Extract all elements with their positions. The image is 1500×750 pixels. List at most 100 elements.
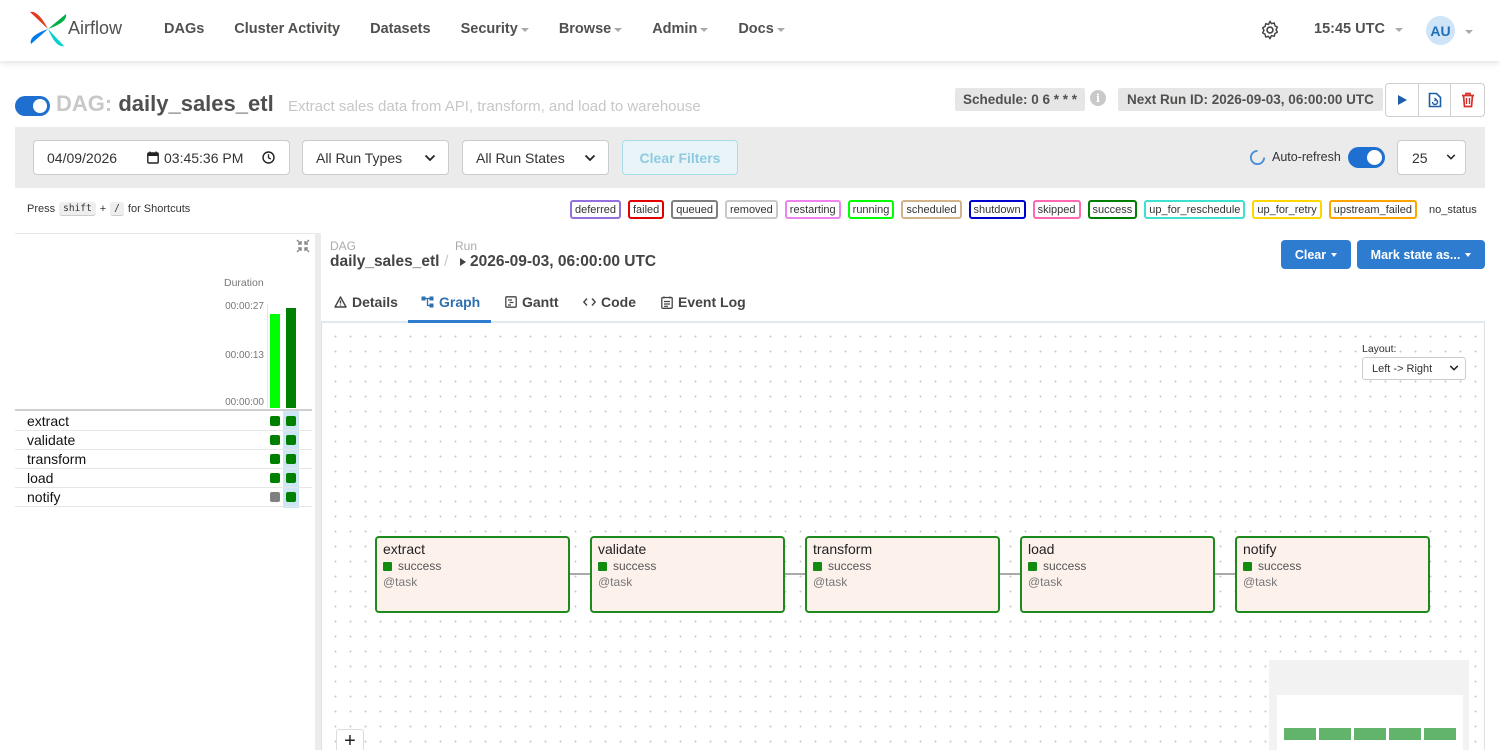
clear-run-label: Clear: [1294, 247, 1327, 262]
legend-upstream-failed[interactable]: upstream_failed: [1328, 200, 1417, 219]
info-icon[interactable]: i: [1090, 90, 1106, 106]
brand-name[interactable]: Airflow: [68, 18, 122, 39]
auto-refresh-label: Auto-refresh: [1272, 150, 1341, 164]
legend-scheduled[interactable]: scheduled: [901, 200, 962, 219]
legend-success[interactable]: success: [1087, 200, 1138, 219]
collapse-icon[interactable]: [296, 239, 310, 253]
gear-icon[interactable]: [1259, 19, 1281, 41]
clear-run-button[interactable]: Clear: [1281, 240, 1351, 269]
task-node-extract[interactable]: extract success @task: [375, 536, 570, 613]
task-name[interactable]: notify: [27, 489, 60, 505]
legend-failed[interactable]: failed: [627, 200, 665, 219]
task-node-validate[interactable]: validate success @task: [590, 536, 785, 613]
task-name[interactable]: validate: [27, 432, 75, 448]
task-instance-cell[interactable]: [286, 435, 296, 445]
task-instance-cell[interactable]: [286, 416, 296, 426]
task-node-operator: @task: [598, 575, 633, 589]
breadcrumb-run-link[interactable]: 2026-09-03, 06:00:00 UTC: [470, 253, 656, 271]
legend-up-for-retry[interactable]: up_for_retry: [1252, 200, 1322, 219]
legend-deferred[interactable]: deferred: [570, 200, 621, 219]
tab-details[interactable]: Details: [334, 294, 398, 310]
task-node-state: success: [398, 559, 442, 573]
task-instance-cell[interactable]: [286, 492, 296, 502]
task-instance-cell[interactable]: [286, 454, 296, 464]
task-instance-cell[interactable]: [270, 416, 280, 426]
task-instance-cell[interactable]: [270, 473, 280, 483]
task-instance-cell[interactable]: [270, 435, 280, 445]
run-duration-bar[interactable]: [270, 314, 280, 408]
breadcrumb-run-label: Run: [455, 239, 478, 253]
nav-security[interactable]: Security: [461, 21, 529, 37]
task-instance-cell[interactable]: [270, 492, 280, 502]
legend-up-for-reschedule[interactable]: up_for_reschedule: [1144, 200, 1246, 219]
task-instance-cell[interactable]: [270, 454, 280, 464]
graph-edge: [570, 573, 590, 575]
task-instance-cell[interactable]: [286, 473, 296, 483]
legend-no-status[interactable]: no_status: [1424, 200, 1482, 219]
dag-title: DAG: daily_sales_etl: [56, 91, 274, 117]
shortcuts-press: Press: [27, 203, 56, 215]
user-avatar[interactable]: AU: [1426, 16, 1455, 45]
run-duration-bar[interactable]: [286, 308, 296, 408]
tab-gantt[interactable]: Gantt: [505, 294, 559, 310]
task-node-load[interactable]: load success @task: [1020, 536, 1215, 613]
breadcrumb-dag-label: DAG: [330, 239, 357, 253]
legend-skipped[interactable]: skipped: [1032, 200, 1081, 219]
run-count-select[interactable]: 25: [1397, 140, 1466, 175]
breadcrumb-dag-link[interactable]: daily_sales_etl: [330, 253, 439, 271]
nav-dags[interactable]: DAGs: [164, 21, 204, 37]
tab-graph[interactable]: Graph: [421, 294, 480, 310]
nav-docs[interactable]: Docs: [738, 21, 785, 37]
task-row[interactable]: extract: [15, 412, 312, 431]
run-state-select[interactable]: All Run States: [462, 140, 609, 175]
tab-code[interactable]: Code: [583, 294, 636, 310]
tab-event-log[interactable]: Event Log: [661, 294, 746, 310]
date-value: 04/09/2026: [47, 149, 118, 166]
nav-docs-label: Docs: [738, 21, 774, 37]
dag-pause-toggle[interactable]: [15, 96, 50, 116]
minimap-node: [1284, 728, 1316, 740]
task-name[interactable]: transform: [27, 451, 86, 467]
legend-restarting[interactable]: restarting: [784, 200, 841, 219]
zoom-in-button[interactable]: +: [336, 729, 364, 750]
legend-running[interactable]: running: [847, 200, 895, 219]
nav-browse[interactable]: Browse: [559, 21, 623, 37]
auto-refresh-toggle[interactable]: [1348, 147, 1385, 168]
nav-datasets[interactable]: Datasets: [370, 21, 430, 37]
legend-queued[interactable]: queued: [671, 200, 718, 219]
task-node-transform[interactable]: transform success @task: [805, 536, 1000, 613]
task-node-state: success: [1258, 559, 1302, 573]
clear-filters-button[interactable]: Clear Filters: [622, 140, 738, 175]
delete-dag-button[interactable]: [1451, 84, 1484, 116]
minimap-node: [1389, 728, 1421, 740]
airflow-logo-icon[interactable]: [28, 10, 68, 48]
task-name[interactable]: load: [27, 470, 53, 486]
minimap-node: [1319, 728, 1351, 740]
chevron-down-icon: [1331, 252, 1338, 257]
task-row[interactable]: transform: [15, 450, 312, 469]
chevron-down-icon: [1394, 28, 1403, 32]
trigger-dag-button[interactable]: [1386, 84, 1419, 116]
task-name[interactable]: extract: [27, 413, 69, 429]
calendar-icon[interactable]: [147, 151, 159, 164]
mark-state-button[interactable]: Mark state as...: [1357, 240, 1485, 269]
legend-shutdown[interactable]: shutdown: [968, 200, 1026, 219]
graph-edge: [785, 573, 805, 575]
task-node-notify[interactable]: notify success @task: [1235, 536, 1430, 613]
nav-cluster-activity[interactable]: Cluster Activity: [234, 21, 340, 37]
utc-clock[interactable]: 15:45 UTC: [1314, 21, 1403, 37]
state-legend: deferred failed queued removed restarting run…: [570, 200, 1482, 219]
clock-icon[interactable]: [262, 151, 275, 164]
task-row[interactable]: notify: [15, 488, 312, 507]
task-row[interactable]: load: [15, 469, 312, 488]
run-type-select[interactable]: All Run Types: [302, 140, 449, 175]
reparse-dag-button[interactable]: [1419, 84, 1452, 116]
task-row[interactable]: validate: [15, 431, 312, 450]
legend-removed[interactable]: removed: [725, 200, 778, 219]
user-menu-chevron-icon[interactable]: [1465, 30, 1473, 34]
nav-admin[interactable]: Admin: [652, 21, 709, 37]
chevron-down-icon: [776, 28, 785, 32]
layout-value: Left -> Right: [1372, 362, 1433, 375]
layout-select[interactable]: Left -> Right: [1362, 357, 1466, 380]
base-date-input[interactable]: 04/09/2026 03:45:36 PM: [33, 140, 290, 175]
